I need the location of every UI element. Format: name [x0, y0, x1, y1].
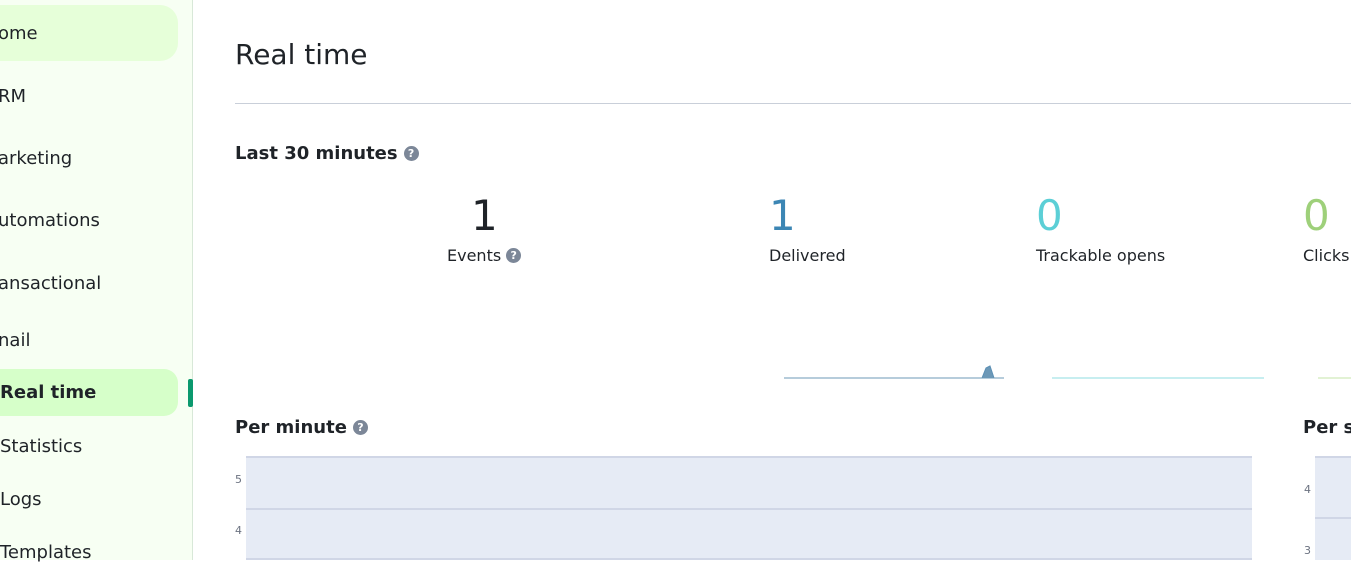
- per-minute-chart: [246, 456, 1252, 560]
- sidebar-item-logs[interactable]: Logs: [0, 471, 42, 527]
- sidebar: ome RM arketing utomations ansactional n…: [0, 0, 193, 563]
- delivered-sparkline: [784, 365, 1004, 379]
- sidebar-item-label: RM: [0, 85, 27, 107]
- metric-trackable-opens: 0 Trackable opens: [1036, 191, 1166, 266]
- sidebar-item-label: Logs: [0, 488, 42, 510]
- sidebar-item-email[interactable]: nail: [0, 312, 32, 368]
- metric-value: 0: [1036, 191, 1063, 240]
- metric-value: 0: [1303, 191, 1330, 240]
- sidebar-item-label: Templates: [0, 541, 92, 563]
- sidebar-item-label: Real time: [0, 382, 97, 403]
- metric-clicks: 0 Clicks: [1303, 191, 1350, 266]
- y-tick-label: 4: [1304, 483, 1311, 496]
- metric-label: Trackable opens: [1036, 246, 1166, 265]
- metric-label-text: Events: [447, 246, 502, 265]
- sidebar-item-label: ansactional: [0, 272, 102, 294]
- metric-events: 1 Events ?: [447, 191, 522, 265]
- sidebar-item-real-time[interactable]: Real time: [0, 369, 178, 416]
- header-divider: [235, 103, 1351, 104]
- y-tick-label: 3: [1304, 544, 1311, 557]
- sidebar-item-label: utomations: [0, 209, 100, 231]
- y-tick-label: 5: [235, 473, 242, 486]
- per-second-chart: [1315, 456, 1351, 560]
- sidebar-item-transactional[interactable]: ansactional: [0, 255, 103, 311]
- metric-label: Clicks: [1303, 246, 1350, 265]
- metric-label: Delivered: [769, 246, 846, 265]
- sidebar-item-automations[interactable]: utomations: [0, 192, 102, 248]
- section-title-text: Per minute: [235, 417, 347, 438]
- clicks-sparkline: [1318, 377, 1351, 379]
- sidebar-item-statistics[interactable]: Statistics: [0, 418, 82, 474]
- metric-value: 1: [471, 191, 498, 240]
- metric-label: Events ?: [447, 246, 522, 265]
- sidebar-item-home[interactable]: ome: [0, 5, 178, 61]
- section-title-text: Last 30 minutes: [235, 143, 398, 164]
- sidebar-item-label: Statistics: [0, 435, 83, 457]
- metric-delivered: 1 Delivered: [769, 191, 846, 266]
- sidebar-item-templates[interactable]: Templates: [0, 524, 92, 580]
- per-minute-title: Per minute ?: [235, 417, 368, 438]
- help-icon[interactable]: ?: [403, 146, 419, 161]
- last-30-minutes-title: Last 30 minutes ?: [235, 143, 419, 164]
- page-title: Real time: [235, 38, 368, 71]
- sidebar-item-label: nail: [0, 329, 31, 351]
- help-icon[interactable]: ?: [506, 248, 522, 263]
- chart-plot-area: [246, 456, 1252, 560]
- metric-value: 1: [769, 191, 796, 240]
- sidebar-item-marketing[interactable]: arketing: [0, 130, 74, 186]
- y-tick-label: 4: [235, 524, 242, 537]
- help-icon[interactable]: ?: [352, 420, 368, 435]
- chart-plot-area: [1315, 456, 1351, 560]
- sidebar-item-label: arketing: [0, 147, 73, 169]
- per-second-title: Per s: [1303, 417, 1351, 438]
- active-indicator: [188, 379, 193, 407]
- section-title-text: Per s: [1303, 417, 1351, 438]
- sidebar-item-crm[interactable]: RM: [0, 68, 28, 124]
- sidebar-item-label: ome: [0, 22, 38, 44]
- opens-sparkline: [1052, 377, 1264, 379]
